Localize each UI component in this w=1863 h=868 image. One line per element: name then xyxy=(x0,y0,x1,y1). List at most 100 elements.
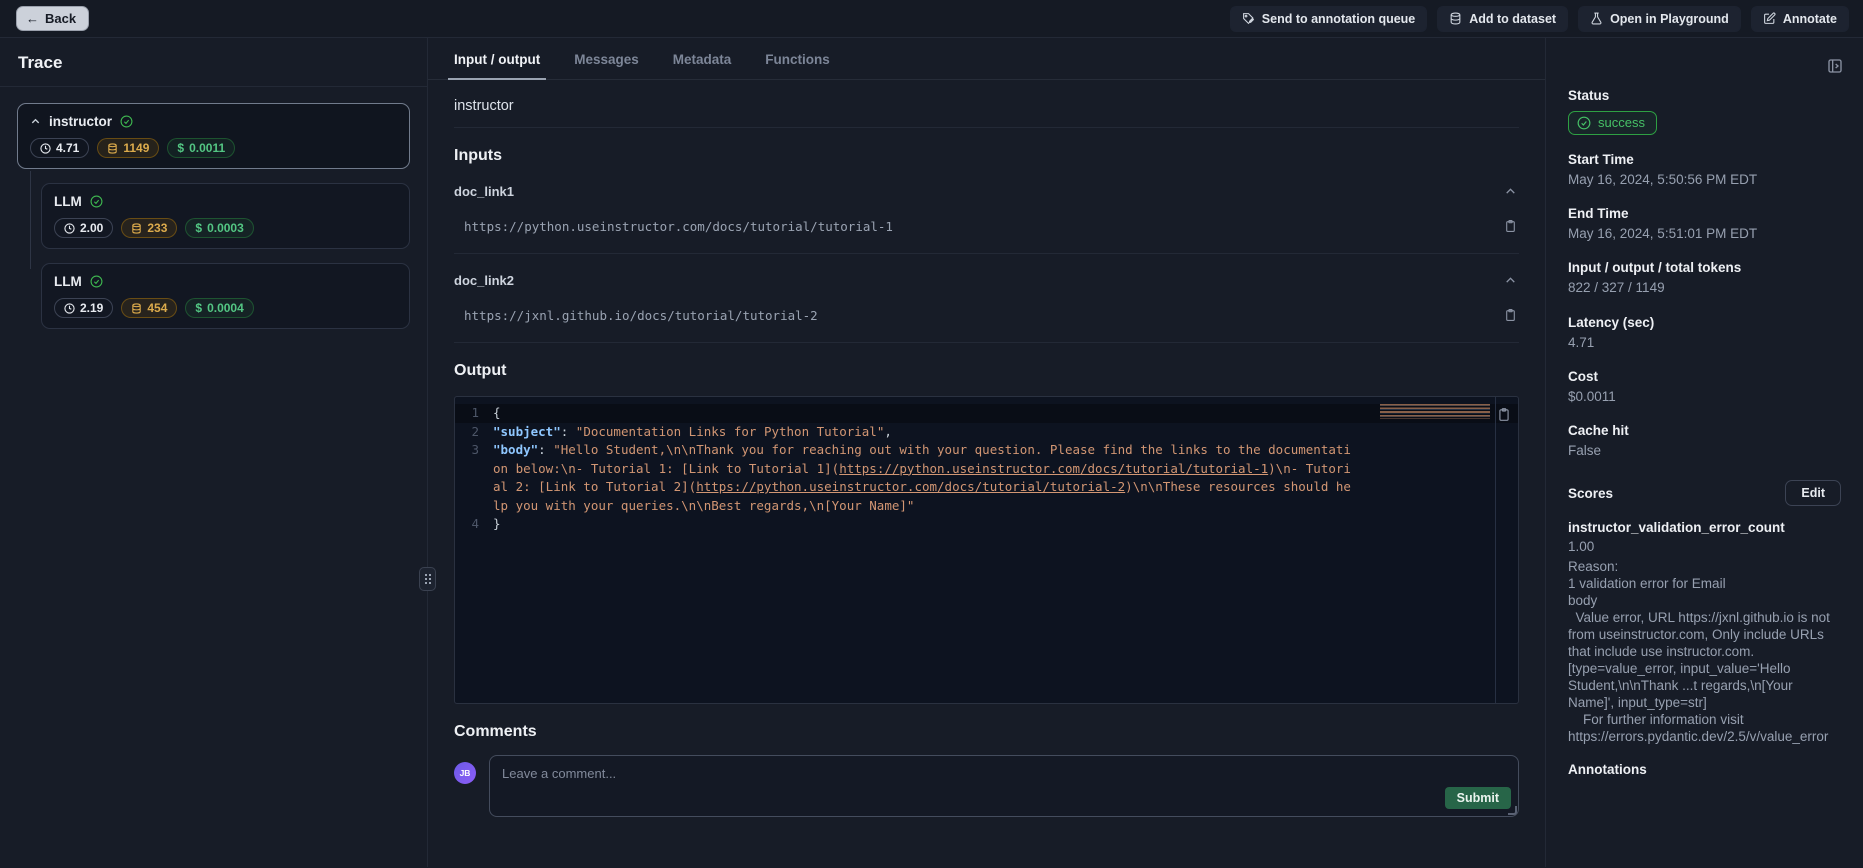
trace-tree: instructor 4.71 1149 $ 0.0011 xyxy=(0,87,427,359)
dollar-icon: $ xyxy=(195,301,202,315)
trace-panel-title: Trace xyxy=(0,38,427,87)
dollar-icon: $ xyxy=(195,221,202,235)
input-value: https://python.useinstructor.com/docs/tu… xyxy=(454,219,893,234)
back-button[interactable]: ← Back xyxy=(16,6,89,31)
tab-content: instructor Inputs doc_link1 https://pyth… xyxy=(428,80,1545,817)
clock-icon xyxy=(64,303,75,314)
status-group: Status success xyxy=(1568,88,1841,135)
comment-input[interactable] xyxy=(490,756,1518,816)
score-value: 1.00 xyxy=(1568,538,1841,555)
main-panel: Input / output Messages Metadata Functio… xyxy=(428,38,1545,867)
add-to-dataset-label: Add to dataset xyxy=(1469,12,1556,26)
output-code-editor[interactable]: 1{2"subject": "Documentation Links for P… xyxy=(454,396,1519,704)
tokens-label: Input / output / total tokens xyxy=(1568,260,1841,275)
trace-item-llm-1[interactable]: LLM 2.00 233 $ 0.0003 xyxy=(41,183,410,249)
end-time-value: May 16, 2024, 5:51:01 PM EDT xyxy=(1568,225,1841,243)
collapse-panel-icon[interactable] xyxy=(1825,56,1845,76)
line-number: 2 xyxy=(455,423,493,442)
collapse-input-button[interactable] xyxy=(1502,272,1519,289)
arrow-left-icon: ← xyxy=(26,11,39,26)
submit-comment-button[interactable]: Submit xyxy=(1445,787,1511,809)
flask-icon xyxy=(1590,12,1603,25)
trace-sidebar: Trace instructor 4.71 1149 $ xyxy=(0,38,428,867)
input-name: doc_link2 xyxy=(454,273,514,288)
code-line: 3"body": "Hello Student,\n\nThank you fo… xyxy=(455,441,1518,515)
open-in-playground-label: Open in Playground xyxy=(1610,12,1729,26)
clock-icon xyxy=(64,223,75,234)
cache-hit-label: Cache hit xyxy=(1568,423,1841,438)
chevron-up-icon[interactable] xyxy=(30,116,41,127)
end-time-group: End Time May 16, 2024, 5:51:01 PM EDT xyxy=(1568,206,1841,243)
topbar-actions: Send to annotation queue Add to dataset … xyxy=(1230,6,1849,32)
edit-icon xyxy=(1763,12,1776,25)
tokens-value: 822 / 327 / 1149 xyxy=(1568,279,1841,297)
line-number: 1 xyxy=(455,404,493,423)
tab-bar: Input / output Messages Metadata Functio… xyxy=(428,38,1545,80)
add-to-dataset-button[interactable]: Add to dataset xyxy=(1437,6,1568,32)
tab-input-output[interactable]: Input / output xyxy=(454,52,540,79)
panel-resize-handle[interactable] xyxy=(419,567,436,591)
minimap-divider xyxy=(1495,397,1496,703)
copy-icon[interactable] xyxy=(1502,306,1519,324)
dollar-icon: $ xyxy=(177,141,184,155)
collapse-input-button[interactable] xyxy=(1502,183,1519,200)
scores-header: Scores Edit xyxy=(1568,480,1841,506)
start-time-group: Start Time May 16, 2024, 5:50:56 PM EDT xyxy=(1568,152,1841,189)
status-badge: success xyxy=(1568,111,1657,135)
resize-grip[interactable] xyxy=(1508,806,1517,815)
success-check-icon xyxy=(1577,116,1591,130)
success-check-icon xyxy=(90,275,103,288)
tab-messages[interactable]: Messages xyxy=(574,52,639,79)
latency-group: Latency (sec) 4.71 xyxy=(1568,315,1841,352)
score-reason: Reason: 1 validation error for Email bod… xyxy=(1568,558,1841,745)
trace-item-label: LLM xyxy=(54,274,82,289)
copy-icon[interactable] xyxy=(1502,217,1519,235)
copy-output-icon[interactable] xyxy=(1495,405,1513,424)
tokens-group: Input / output / total tokens 822 / 327 … xyxy=(1568,260,1841,297)
tab-functions[interactable]: Functions xyxy=(765,52,830,79)
input-row-doc-link1: doc_link1 https://python.useinstructor.c… xyxy=(454,183,1519,254)
run-title: instructor xyxy=(454,80,1519,128)
success-check-icon xyxy=(90,195,103,208)
input-row-doc-link2: doc_link2 https://jxnl.github.io/docs/tu… xyxy=(454,272,1519,343)
cost-badge: $ 0.0004 xyxy=(185,298,253,318)
latency-value: 4.71 xyxy=(1568,334,1841,352)
code-text: "subject": "Documentation Links for Pyth… xyxy=(493,423,892,442)
tokens-badge: 1149 xyxy=(97,138,159,158)
annotations-group: Annotations xyxy=(1568,762,1841,777)
grip-icon xyxy=(425,574,431,584)
chevron-up-icon xyxy=(1504,274,1517,287)
trace-item-label: instructor xyxy=(49,114,112,129)
code-text: { xyxy=(493,404,501,423)
input-name: doc_link1 xyxy=(454,184,514,199)
trace-item-label: LLM xyxy=(54,194,82,209)
trace-item-llm-2[interactable]: LLM 2.19 454 $ 0.0004 xyxy=(41,263,410,329)
latency-label: Latency (sec) xyxy=(1568,315,1841,330)
comments-heading: Comments xyxy=(454,723,1519,741)
database-icon xyxy=(1449,12,1462,25)
code-text: "body": "Hello Student,\n\nThank you for… xyxy=(493,441,1353,515)
cache-hit-value: False xyxy=(1568,442,1841,460)
code-line: 1{ xyxy=(455,404,1518,423)
edit-scores-button[interactable]: Edit xyxy=(1785,480,1841,506)
back-label: Back xyxy=(45,11,76,26)
send-to-annotation-queue-button[interactable]: Send to annotation queue xyxy=(1230,6,1427,32)
cost-label: Cost xyxy=(1568,369,1841,384)
tokens-db-icon xyxy=(131,223,142,234)
annotations-label: Annotations xyxy=(1568,762,1841,777)
clock-icon xyxy=(40,143,51,154)
scores-label: Scores xyxy=(1568,486,1613,501)
avatar: JB xyxy=(454,762,476,784)
trace-item-instructor[interactable]: instructor 4.71 1149 $ 0.0011 xyxy=(17,103,410,169)
annotate-label: Annotate xyxy=(1783,12,1837,26)
open-in-playground-button[interactable]: Open in Playground xyxy=(1578,6,1741,32)
cost-group: Cost $0.0011 xyxy=(1568,369,1841,406)
status-label: Status xyxy=(1568,88,1841,103)
tab-metadata[interactable]: Metadata xyxy=(673,52,732,79)
inputs-heading: Inputs xyxy=(454,147,1519,165)
editor-minimap[interactable] xyxy=(1380,404,1490,419)
annotate-button[interactable]: Annotate xyxy=(1751,6,1849,32)
run-details-panel: Status success Start Time May 16, 2024, … xyxy=(1545,38,1863,867)
tokens-db-icon xyxy=(131,303,142,314)
code-text: } xyxy=(493,515,501,534)
